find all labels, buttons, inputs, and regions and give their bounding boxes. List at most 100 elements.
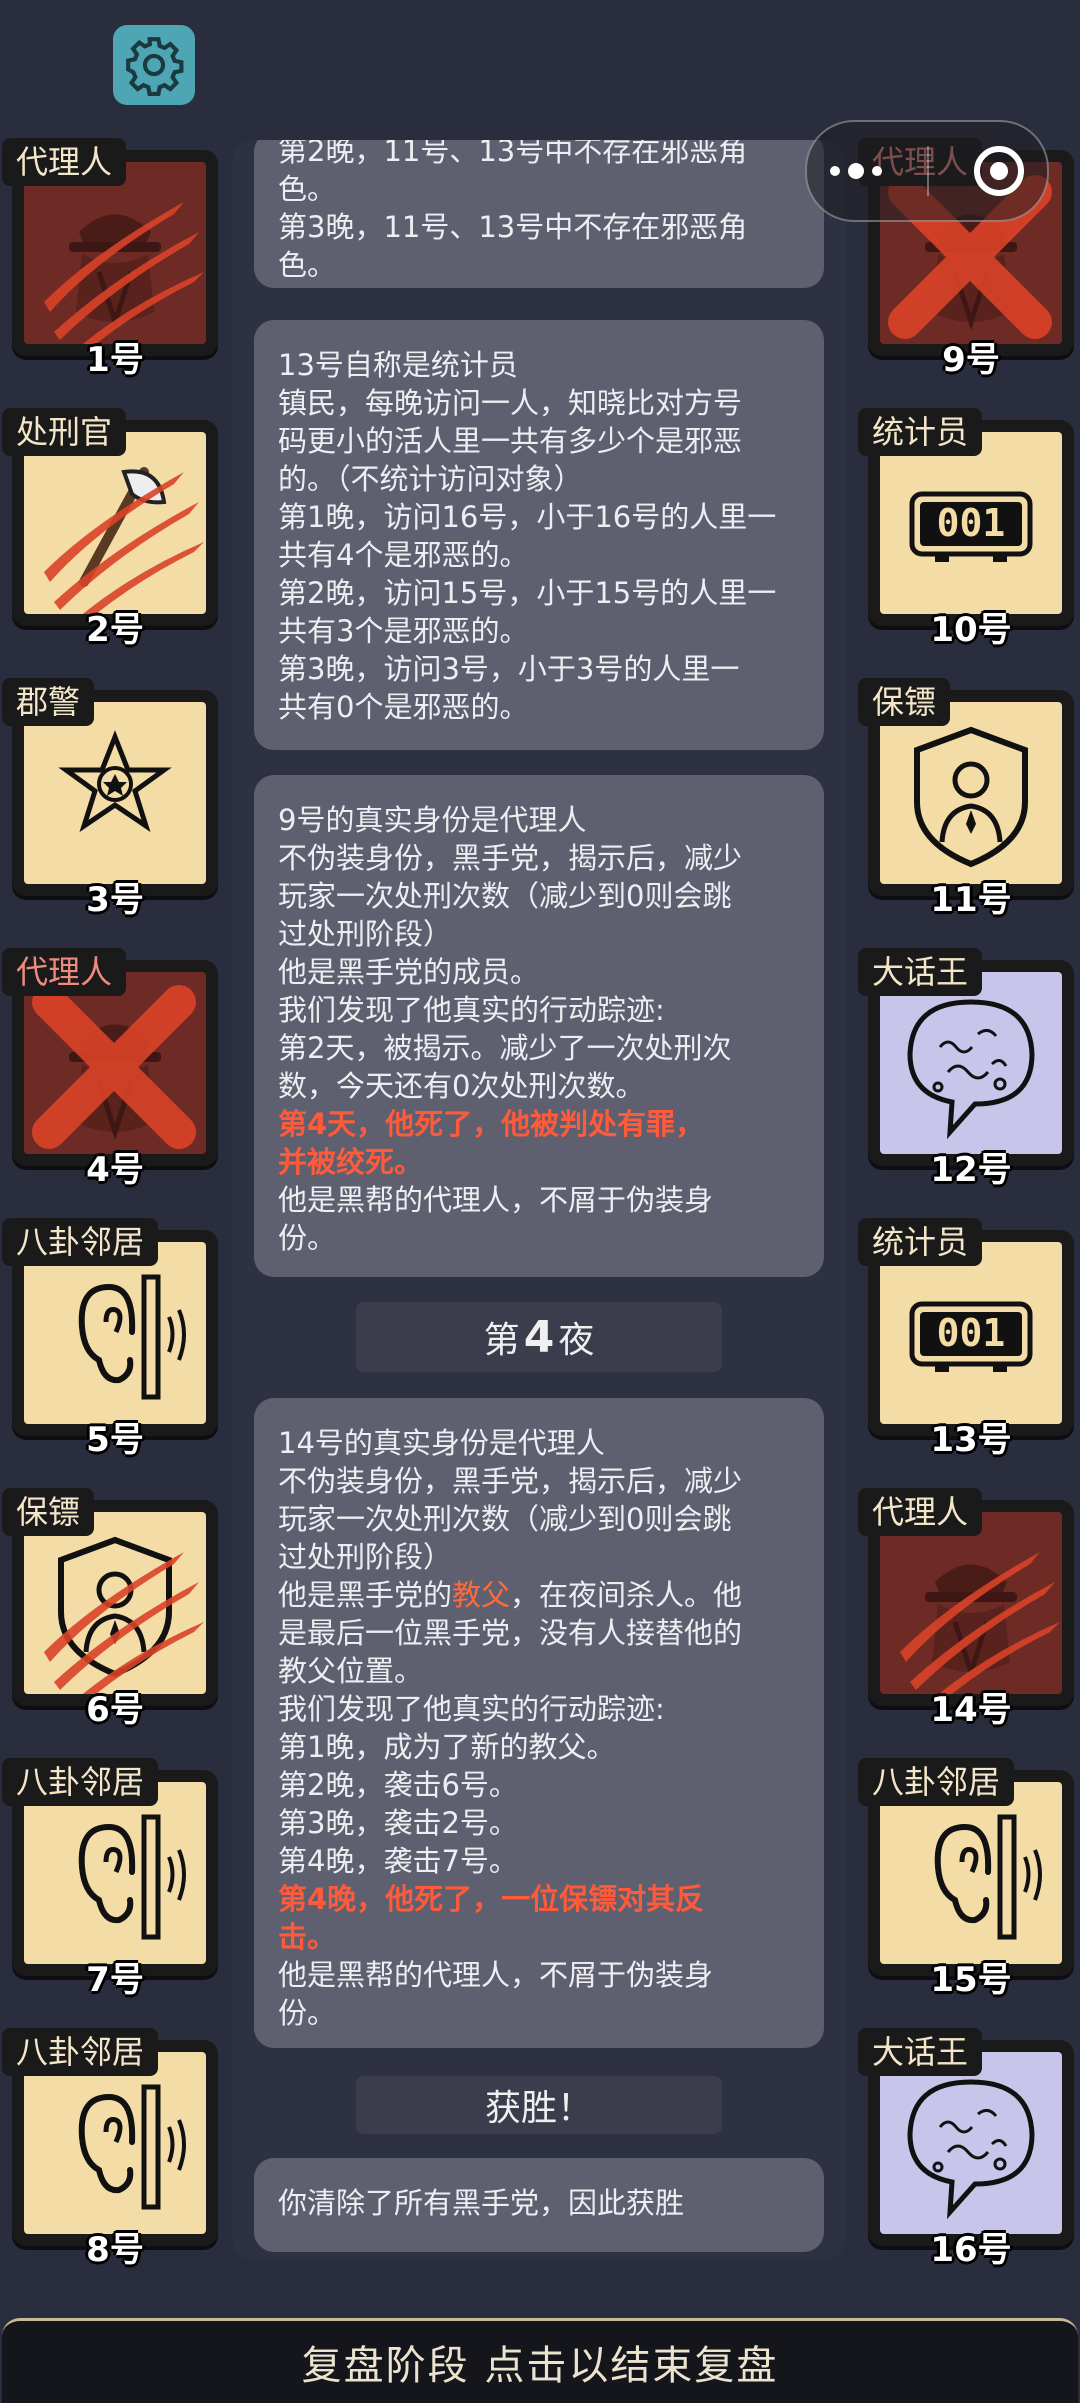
player-number: 10号 [930, 610, 1012, 650]
player-portrait: 001 [880, 1242, 1062, 1424]
log-line: 过处刑阶段） [278, 1540, 453, 1574]
player-portrait [24, 702, 206, 884]
log-line: 不伪装身份，黑手党，揭示后，减少 [278, 1464, 743, 1498]
night-phase-label: 第4夜 [356, 1302, 722, 1372]
log-line: 过处刑阶段） [278, 917, 453, 951]
target-circle-icon[interactable] [974, 146, 1025, 196]
death-line: 第4晚，他死了，一位保镖对其反 [278, 1882, 705, 1916]
player-portrait [880, 2052, 1062, 2234]
log-line: 第2晚，袭击6号。 [278, 1768, 518, 1802]
log-line: 14号的真实身份是代理人 [278, 1426, 605, 1460]
log-line: 我们发现了他真实的行动踪迹: [278, 1692, 665, 1726]
speech-bubble-icon [907, 999, 1035, 1140]
log-line: 共有0个是邪恶的。 [278, 690, 529, 724]
miniprogram-capsule [805, 120, 1049, 222]
player-card-2号[interactable]: 处刑官 2号 [2, 408, 232, 670]
role-label: 大话王 [858, 2028, 983, 2076]
player-card-16号[interactable]: 大话王 16号 [858, 2028, 1080, 2290]
log-line: 第2晚，访问15号，小于15号的人里一 [278, 576, 777, 610]
end-review-label: 复盘阶段 点击以结束复盘 [301, 2343, 779, 2389]
log-line: 第3晚，11号、13号中不存在邪恶角 [278, 210, 748, 244]
agent-icon [900, 1552, 1060, 1694]
log-line: 数，今天还有0次处刑次数。 [278, 1069, 645, 1103]
player-portrait [880, 1512, 1062, 1694]
player-portrait [880, 1782, 1062, 1964]
role-label: 保镖 [858, 678, 951, 726]
log-line: 份。 [278, 1996, 337, 2030]
player-card-5号[interactable]: 八卦邻居 5号 [2, 1218, 232, 1480]
player-portrait [880, 702, 1062, 884]
counter-icon: 001 [909, 1301, 1033, 1372]
player-number: 11号 [930, 880, 1012, 920]
log-line: 是最后一位黑手党，没有人接替他的 [278, 1616, 743, 1650]
log-line: 他是黑手党的教父，在夜间杀人。他 [278, 1576, 800, 1614]
log-line: 不伪装身份，黑手党，揭示后，减少 [278, 841, 743, 875]
night-prefix: 第 [483, 1320, 520, 1361]
victory-text: 获胜！ [484, 2088, 593, 2129]
bodyguard-shield-icon [44, 1536, 204, 1694]
svg-text:001: 001 [937, 1311, 1006, 1355]
log-line: 他是黑手党的成员。 [278, 955, 540, 989]
player-card-14号[interactable]: 代理人 14号 [858, 1488, 1080, 1750]
player-card-8号[interactable]: 八卦邻居 8号 [2, 2028, 232, 2290]
log-line: 第3晚，袭击2号。 [278, 1806, 518, 1840]
player-card-13号[interactable]: 001 统计员 13号 [858, 1218, 1080, 1480]
role-label: 八卦邻居 [858, 1758, 1015, 1806]
role-label: 保镖 [2, 1488, 95, 1536]
role-label: 大话王 [858, 948, 983, 996]
player-card-3号[interactable]: 郡警 3号 [2, 678, 232, 940]
victory-label: 获胜！ [356, 2076, 722, 2134]
ear-icon [934, 1814, 1042, 1940]
role-label: 代理人 [2, 138, 127, 186]
player-number: 7号 [86, 1960, 144, 2000]
log-line: 13号自称是统计员 [278, 348, 518, 382]
svg-text:001: 001 [937, 501, 1006, 545]
role-label: 郡警 [2, 678, 95, 726]
ear-icon [78, 1814, 186, 1940]
log-line: 第3晚，访问3号，小于3号的人里一 [278, 652, 740, 686]
player-card-11号[interactable]: 保镖 11号 [858, 678, 1080, 940]
player-portrait [24, 1242, 206, 1424]
log-line: 第4晚，袭击7号。 [278, 1844, 518, 1878]
log-line: 共有4个是邪恶的。 [278, 538, 529, 572]
log-line: 第2天，被揭示。减少了一次处刑次 [278, 1031, 732, 1065]
player-number: 4号 [86, 1150, 144, 1190]
role-label: 八卦邻居 [2, 1218, 159, 1266]
player-number: 13号 [930, 1420, 1012, 1460]
log-card-player-14-identity: 14号的真实身份是代理人 不伪装身份，黑手党，揭示后，减少 玩家一次处刑次数（减… [254, 1398, 824, 2048]
log-line: 教父位置。 [278, 1654, 424, 1688]
role-label: 代理人 [2, 948, 127, 996]
log-line: 镇民，每晚访问一人，知晓比对方号 [278, 386, 743, 420]
log-text: ，在夜间杀人。他 [510, 1578, 743, 1612]
godfather-keyword[interactable]: 教父 [452, 1578, 510, 1612]
player-card-7号[interactable]: 八卦邻居 7号 [2, 1758, 232, 2020]
ear-icon [78, 2084, 186, 2210]
log-line: 色。 [278, 172, 337, 206]
death-line: 第4天，他死了，他被判处有罪， [278, 1107, 705, 1141]
player-card-12号[interactable]: 大话王 12号 [858, 948, 1080, 1210]
player-card-10号[interactable]: 001 统计员 10号 [858, 408, 1080, 670]
end-review-bar[interactable]: 复盘阶段 点击以结束复盘 [2, 2318, 1078, 2403]
player-portrait [24, 162, 206, 344]
role-label: 统计员 [858, 408, 983, 456]
more-dots-icon[interactable] [829, 163, 882, 179]
log-line: 共有3个是邪恶的。 [278, 614, 529, 648]
death-line: 击。 [278, 1920, 337, 1954]
player-number: 5号 [86, 1420, 144, 1460]
review-log-panel[interactable]: 第2晚，11号、13号中不存在邪恶角 色。 第3晚，11号、13号中不存在邪恶角… [232, 140, 846, 2260]
player-number: 2号 [86, 610, 144, 650]
player-card-15号[interactable]: 八卦邻居 15号 [858, 1758, 1080, 2020]
player-number: 16号 [930, 2230, 1012, 2270]
player-portrait [24, 1512, 206, 1694]
night-number: 4 [523, 1311, 555, 1363]
player-card-1号[interactable]: 代理人 1号 [2, 138, 232, 400]
log-card-victory-reason: 你清除了所有黑手党，因此获胜 [254, 2158, 824, 2252]
settings-button[interactable] [113, 25, 195, 105]
night-suffix: 夜 [558, 1320, 595, 1361]
player-card-4号[interactable]: 代理人 4号 [2, 948, 232, 1210]
gear-icon [126, 37, 184, 96]
log-line: 的。（不统计访问对象） [278, 462, 583, 496]
log-line: 份。 [278, 1221, 337, 1255]
player-card-6号[interactable]: 保镖 6号 [2, 1488, 232, 1750]
counter-icon: 001 [909, 491, 1033, 562]
